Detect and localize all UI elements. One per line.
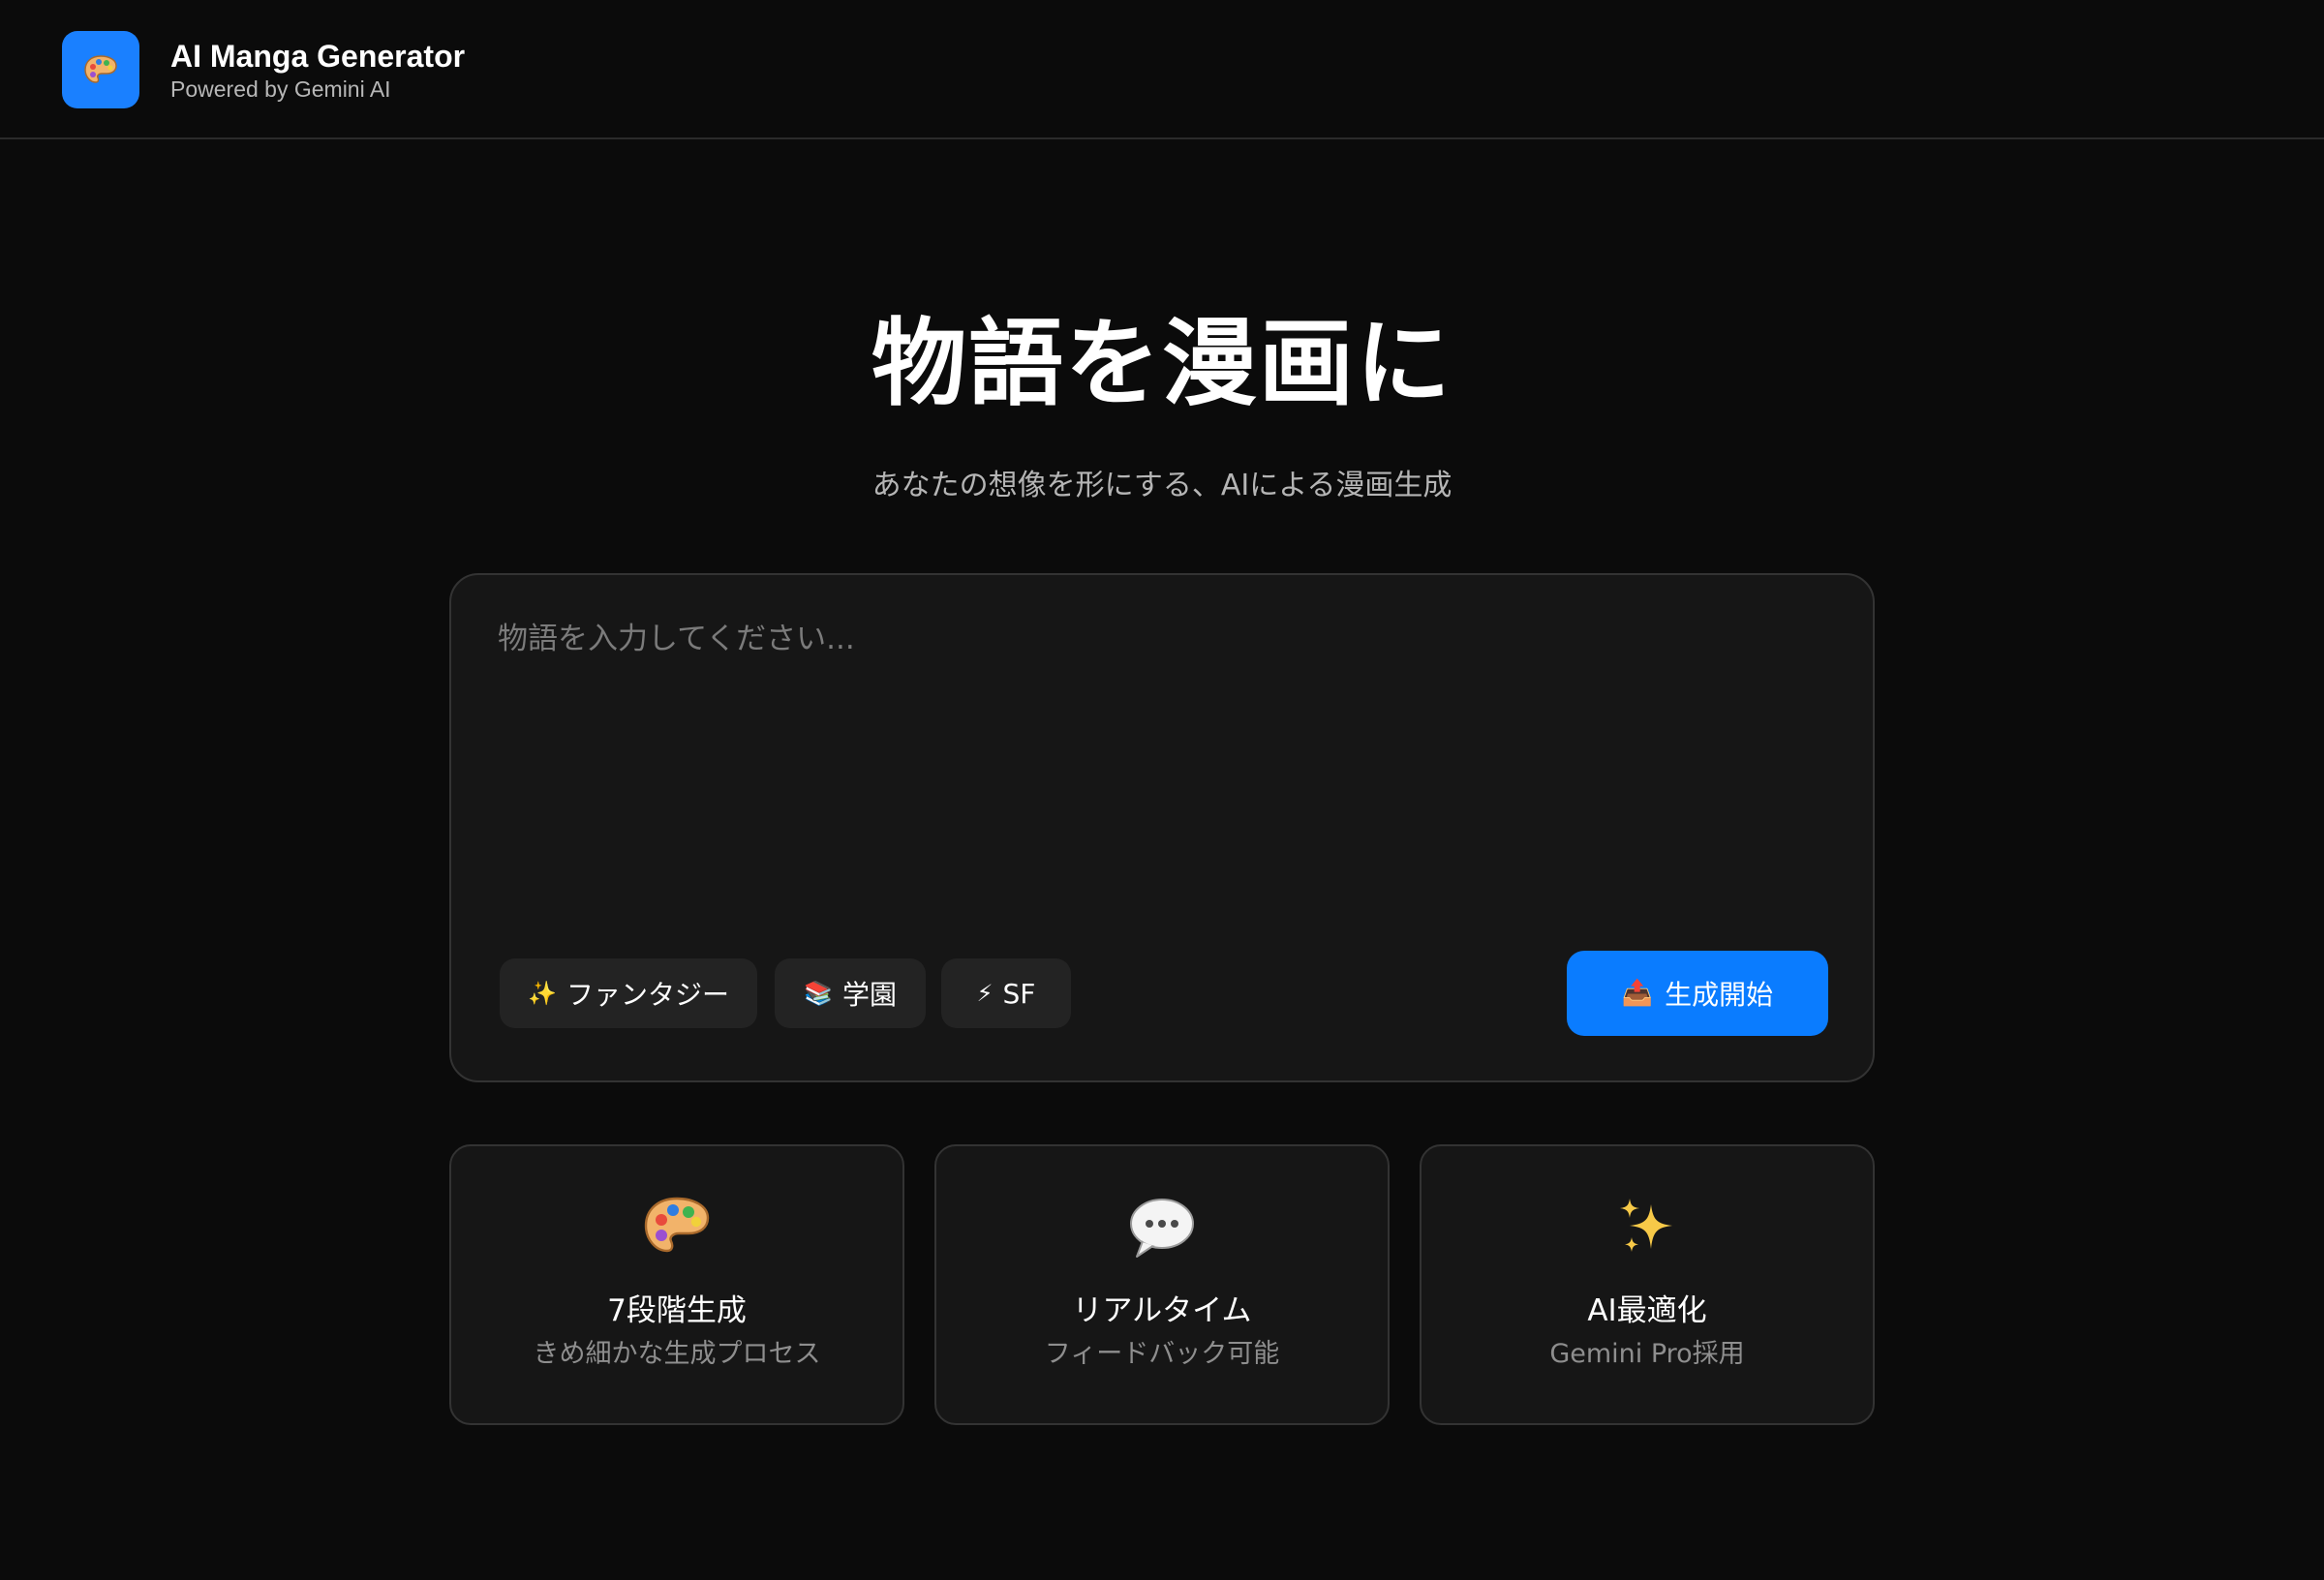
books-icon: 📚 [804, 980, 833, 1007]
sparkles-icon [1620, 1199, 1672, 1252]
page-subtitle: あなたの想像を形にする、AIによる漫画生成 [872, 469, 1452, 502]
genre-chip-fantasy[interactable]: ✨ ファンタジー [500, 958, 757, 1028]
feature-title: リアルタイム [1072, 1293, 1252, 1328]
genre-chip-label: ファンタジー [566, 979, 729, 1011]
outbox-tray-icon: 📤 [1621, 979, 1654, 1008]
sparkles-icon: ✨ [528, 980, 557, 1007]
feature-card-ai-optimized: AI最適化 Gemini Pro採用 [1420, 1144, 1875, 1425]
page-title: 物語を漫画に [871, 309, 1452, 419]
genre-chip-sf[interactable]: ⚡ SF [941, 958, 1071, 1028]
speech-bubble-icon [1130, 1199, 1194, 1258]
feature-card-steps: 7段階生成 きめ細かな生成プロセス [449, 1144, 904, 1425]
app-title: AI Manga Generator [170, 39, 466, 74]
feature-card-realtime: リアルタイム フィードバック可能 [934, 1144, 1390, 1425]
feature-description: Gemini Pro採用 [1549, 1339, 1745, 1369]
genre-chip-school[interactable]: 📚 学園 [775, 958, 926, 1028]
palette-icon [84, 55, 117, 83]
genre-chip-label: 学園 [841, 979, 897, 1011]
app-logo [62, 31, 139, 108]
feature-description: フィードバック可能 [1044, 1339, 1280, 1369]
feature-title: AI最適化 [1587, 1293, 1707, 1328]
palette-icon [644, 1197, 710, 1253]
app-header: AI Manga Generator Powered by Gemini AI [0, 0, 2324, 139]
generate-button-label: 生成開始 [1665, 979, 1774, 1011]
story-input[interactable] [498, 618, 1826, 908]
app-subtitle: Powered by Gemini AI [170, 76, 391, 102]
genre-chip-label: SF [1002, 977, 1036, 1010]
feature-description: きめ細かな生成プロセス [533, 1339, 821, 1369]
story-input-card: ✨ ファンタジー 📚 学園 ⚡ SF 📤 生成開始 [449, 573, 1875, 1082]
feature-title: 7段階生成 [607, 1293, 747, 1328]
generate-button[interactable]: 📤 生成開始 [1567, 951, 1828, 1036]
lightning-icon: ⚡ [976, 980, 994, 1007]
